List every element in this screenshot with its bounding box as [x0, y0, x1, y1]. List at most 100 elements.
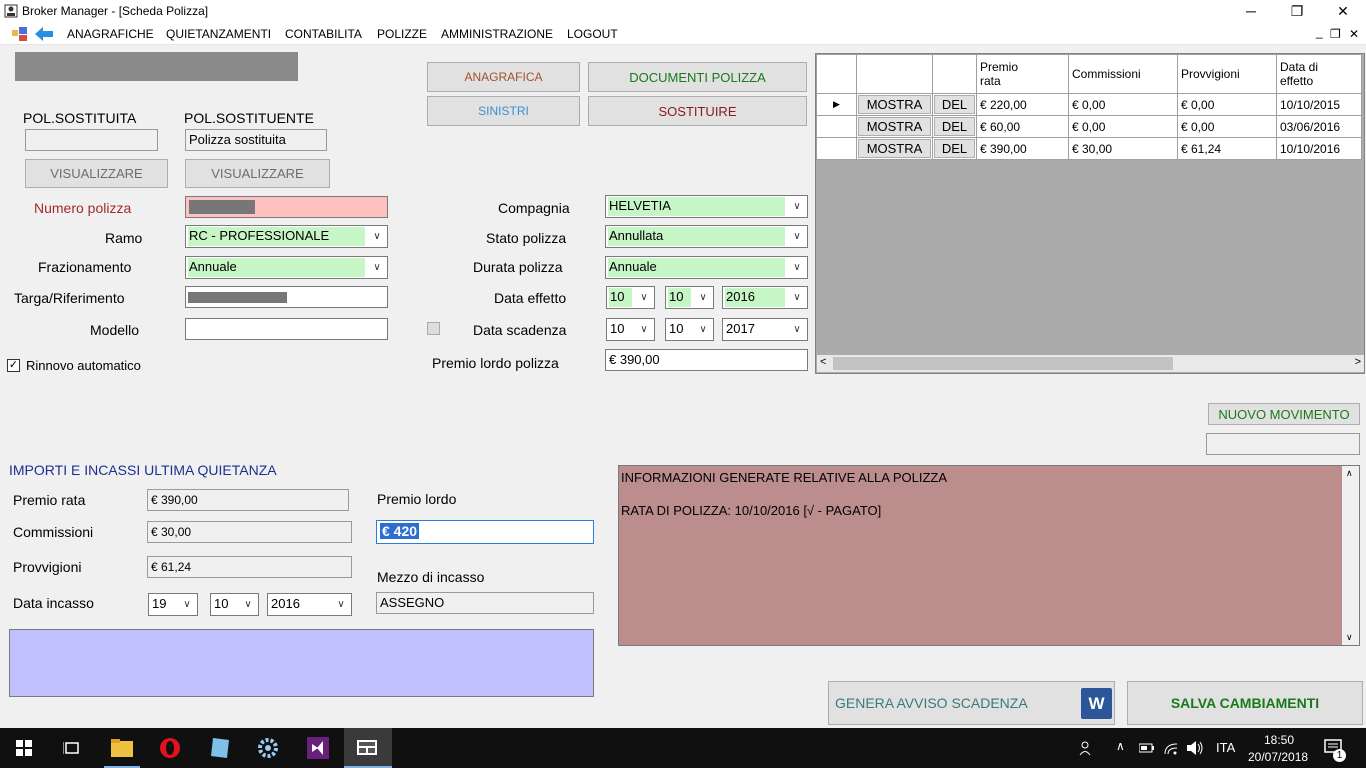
minimize-button[interactable]: ─ [1228, 0, 1274, 23]
grid-horizontal-scrollbar[interactable]: < > [817, 355, 1364, 372]
info-box[interactable]: INFORMAZIONI GENERATE RELATIVE ALLA POLI… [618, 465, 1360, 646]
menu-logout[interactable]: LOGOUT [567, 27, 618, 41]
menu-quietanzamenti[interactable]: QUIETANZAMENTI [166, 27, 271, 41]
scadenza-anno-select[interactable]: 2017 ∨ [722, 318, 808, 341]
cell-premio[interactable]: € 220,00 [976, 93, 1069, 116]
pol-sostituente-field[interactable]: Polizza sostituita [185, 129, 327, 151]
frazionamento-select[interactable]: Annuale ∨ [185, 256, 388, 279]
stato-polizza-select[interactable]: Annullata ∨ [605, 225, 808, 248]
mostra-button[interactable]: MOSTRA [858, 95, 931, 114]
cell-commissioni[interactable]: € 30,00 [1068, 137, 1178, 160]
effetto-mese-select[interactable]: 10 ∨ [665, 286, 714, 309]
scroll-down-icon[interactable]: ∨ [1346, 632, 1353, 643]
notification-count-badge: 1 [1333, 749, 1346, 762]
effetto-giorno-select[interactable]: 10 ∨ [606, 286, 655, 309]
genera-avviso-button[interactable]: GENERA AVVISO SCADENZA W [828, 681, 1115, 725]
sostituire-button[interactable]: SOSTITUIRE [588, 96, 807, 126]
table-row[interactable]: ▶ MOSTRA DEL € 220,00 € 0,00 € 0,00 10/1… [816, 93, 1362, 116]
cell-premio[interactable]: € 60,00 [976, 115, 1069, 138]
scroll-thumb[interactable] [833, 357, 1173, 370]
cell-provvigioni[interactable]: € 61,24 [1177, 137, 1277, 160]
restore-button[interactable]: ❐ [1274, 0, 1320, 23]
menu-anagrafiche[interactable]: ANAGRAFICHE [67, 27, 154, 41]
table-row[interactable]: MOSTRA DEL € 60,00 € 0,00 € 0,00 03/06/2… [816, 115, 1362, 138]
scroll-left-icon[interactable]: < [820, 356, 826, 368]
compagnia-select[interactable]: HELVETIA ∨ [605, 195, 808, 218]
language-indicator[interactable]: ITA [1216, 740, 1235, 755]
volume-icon[interactable] [1187, 740, 1205, 756]
premio-rata-field[interactable]: € 390,00 [147, 489, 349, 511]
salva-cambiamenti-button[interactable]: SALVA CAMBIAMENTI [1127, 681, 1363, 725]
modello-field[interactable] [185, 318, 388, 340]
scadenza-mese-select[interactable]: 10 ∨ [665, 318, 714, 341]
premio-lordo-polizza-field[interactable]: € 390,00 [605, 349, 808, 371]
table-row[interactable]: MOSTRA DEL € 390,00 € 30,00 € 61,24 10/1… [816, 137, 1362, 160]
cell-provvigioni[interactable]: € 0,00 [1177, 115, 1277, 138]
start-windows-icon[interactable] [0, 728, 48, 768]
broker-manager-taskbar-icon[interactable] [344, 728, 392, 768]
settings-gear-icon[interactable] [244, 728, 292, 768]
cell-data[interactable]: 03/06/2016 [1276, 115, 1362, 138]
scroll-right-icon[interactable]: > [1355, 356, 1361, 368]
incasso-mese-select[interactable]: 10 ∨ [210, 593, 259, 616]
mdi-restore-button[interactable]: ❐ [1330, 27, 1341, 41]
back-arrow-icon[interactable] [35, 27, 53, 41]
visual-studio-icon[interactable] [294, 728, 342, 768]
cell-premio[interactable]: € 390,00 [976, 137, 1069, 160]
opera-icon[interactable] [146, 728, 194, 768]
cell-provvigioni[interactable]: € 0,00 [1177, 93, 1277, 116]
mostra-button[interactable]: MOSTRA [858, 117, 931, 136]
battery-icon[interactable] [1139, 742, 1155, 754]
menu-polizze[interactable]: POLIZZE [377, 27, 427, 41]
documenti-polizza-button[interactable]: DOCUMENTI POLIZZA [588, 62, 807, 92]
provvigioni-field[interactable]: € 61,24 [147, 556, 352, 578]
sinistri-button[interactable]: SINISTRI [427, 96, 580, 126]
clock-time[interactable]: 18:50 [1264, 733, 1294, 747]
notes-field[interactable] [9, 629, 594, 697]
people-icon[interactable] [1079, 740, 1095, 756]
visualizzare-sostituente-button[interactable]: VISUALIZZARE [185, 159, 330, 188]
incasso-anno-select[interactable]: 2016 ∨ [267, 593, 352, 616]
rinnovo-checkbox[interactable]: ✓ [7, 359, 20, 372]
cell-data[interactable]: 10/10/2015 [1276, 93, 1362, 116]
info-vertical-scrollbar[interactable]: ∧ ∨ [1342, 466, 1359, 645]
commissioni-field[interactable]: € 30,00 [147, 521, 352, 543]
tray-chevron-up-icon[interactable]: ∧ [1116, 739, 1125, 753]
durata-polizza-select[interactable]: Annuale ∨ [605, 256, 808, 279]
clock-date[interactable]: 20/07/2018 [1248, 750, 1308, 764]
chevron-down-icon: ∨ [373, 231, 381, 242]
anagrafica-button[interactable]: ANAGRAFICA [427, 62, 580, 92]
scroll-up-icon[interactable]: ∧ [1346, 468, 1353, 479]
mdi-close-button[interactable]: ✕ [1349, 27, 1359, 41]
mezzo-incasso-field[interactable]: ASSEGNO [376, 592, 594, 614]
numero-polizza-field[interactable] [185, 196, 388, 218]
cell-commissioni[interactable]: € 0,00 [1068, 115, 1178, 138]
menu-contabilita[interactable]: CONTABILITA [285, 27, 362, 41]
notepad-icon[interactable] [196, 728, 244, 768]
chevron-down-icon: ∨ [183, 599, 191, 610]
del-button[interactable]: DEL [934, 139, 975, 158]
del-button[interactable]: DEL [934, 117, 975, 136]
visualizzare-sostituita-button[interactable]: VISUALIZZARE [25, 159, 168, 188]
ramo-select[interactable]: RC - PROFESSIONALE ∨ [185, 225, 388, 248]
menu-amministrazione[interactable]: AMMINISTRAZIONE [441, 27, 553, 41]
mostra-button[interactable]: MOSTRA [858, 139, 931, 158]
close-button[interactable]: ✕ [1320, 0, 1366, 23]
targa-riferimento-field[interactable] [185, 286, 388, 308]
incasso-giorno-select[interactable]: 19 ∨ [148, 593, 198, 616]
cell-commissioni[interactable]: € 0,00 [1068, 93, 1178, 116]
pol-sostituita-field[interactable] [25, 129, 158, 151]
nuovo-movimento-field[interactable] [1206, 433, 1360, 455]
mdi-minimize-button[interactable]: _ [1316, 25, 1323, 39]
task-view-icon[interactable] [48, 728, 96, 768]
effetto-anno-value: 2016 [725, 288, 785, 307]
wifi-icon[interactable] [1163, 740, 1179, 756]
file-explorer-icon[interactable] [98, 728, 146, 768]
premio-lordo-field[interactable]: € 420 [376, 520, 594, 544]
effetto-anno-select[interactable]: 2016 ∨ [722, 286, 808, 309]
nuovo-movimento-button[interactable]: NUOVO MOVIMENTO [1208, 403, 1360, 425]
data-scadenza-checkbox[interactable] [427, 322, 440, 335]
del-button[interactable]: DEL [934, 95, 975, 114]
cell-data[interactable]: 10/10/2016 [1276, 137, 1362, 160]
scadenza-giorno-select[interactable]: 10 ∨ [606, 318, 655, 341]
